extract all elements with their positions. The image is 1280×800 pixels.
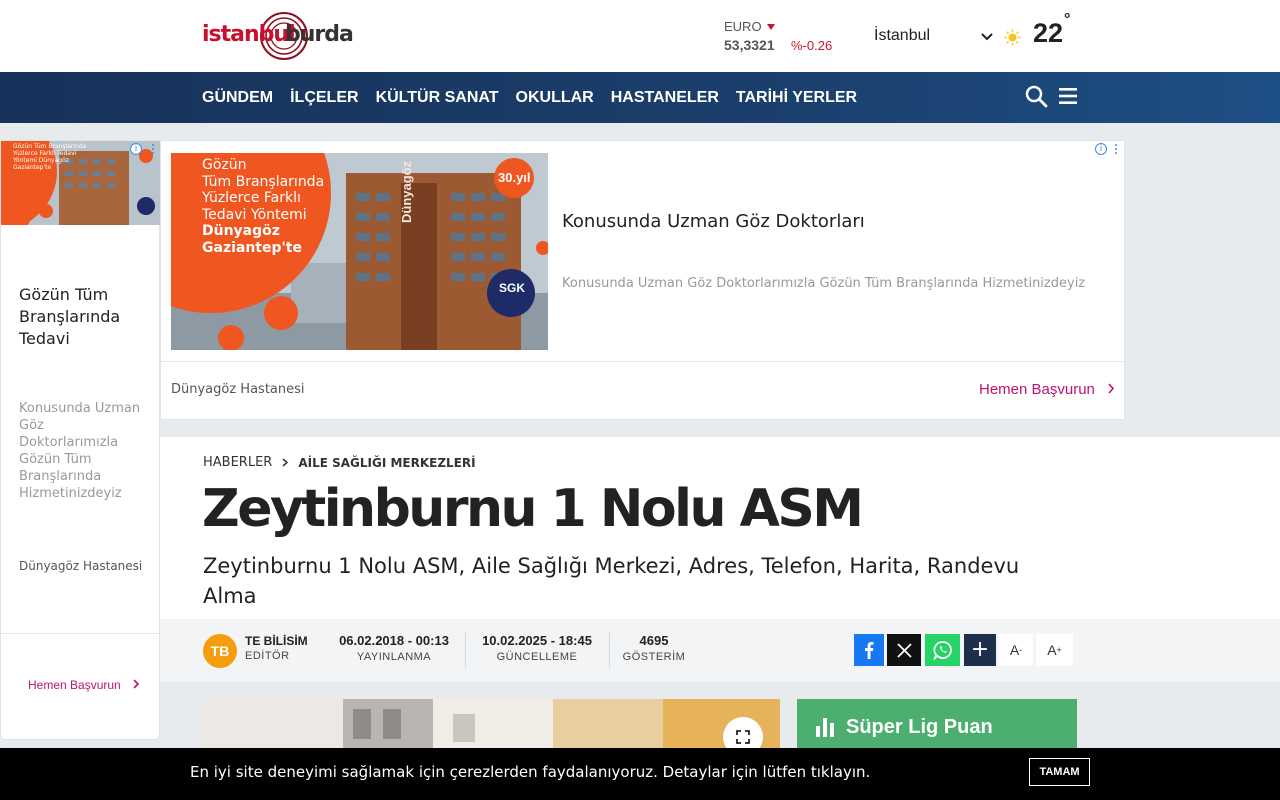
banner-ad-image-line: Gaziantep'te bbox=[202, 239, 302, 256]
updated-date: 10.02.2025 - 18:45 bbox=[482, 633, 592, 648]
divider bbox=[1, 633, 159, 634]
caret-down-icon bbox=[766, 24, 775, 30]
nav-item-hastaneler[interactable]: HASTANELER bbox=[611, 89, 719, 107]
currency-change: %-0.26 bbox=[791, 38, 833, 53]
published-stat: 06.02.2018 - 00:13 YAYINLANMA bbox=[336, 633, 452, 663]
updated-label: GÜNCELLEME bbox=[496, 651, 578, 663]
side-ad-image[interactable]: Gözün Tüm Branşlarında Yüzlerce Farklı T… bbox=[1, 141, 160, 225]
divider bbox=[161, 361, 1124, 362]
banner-ad-title[interactable]: Konusunda Uzman Göz Doktorları bbox=[562, 211, 865, 232]
side-ad-description: Konusunda Uzman Göz Doktorlarımızla Gözü… bbox=[19, 401, 141, 501]
cookie-accept-button[interactable]: TAMAM bbox=[1029, 758, 1090, 786]
logo-text-burda: burda bbox=[285, 22, 354, 47]
breadcrumb: HABERLER AİLE SAĞLIĞI MERKEZLERİ bbox=[203, 455, 476, 470]
published-date: 06.02.2018 - 00:13 bbox=[339, 633, 449, 648]
banner-ad-image[interactable]: Gözün Tüm Branşlarında Yüzlerce Farklı T… bbox=[171, 153, 548, 350]
hamburger-menu-icon[interactable] bbox=[1058, 86, 1078, 106]
side-ad-cta-label: Hemen Başvurun bbox=[28, 678, 121, 692]
article-meta-bar: TB TE BİLİSİM EDİTÖR 06.02.2018 - 00:13 … bbox=[160, 619, 1280, 682]
chevron-right-icon bbox=[282, 458, 289, 467]
breadcrumb-item-category[interactable]: AİLE SAĞLIĞI MERKEZLERİ bbox=[298, 456, 475, 470]
divider bbox=[609, 633, 610, 668]
ad-options-icon[interactable] bbox=[151, 144, 155, 156]
cookie-consent-text[interactable]: En iyi site deneyimi sağlamak için çerez… bbox=[190, 763, 870, 781]
nav-item-kultur-sanat[interactable]: KÜLTÜR SANAT bbox=[376, 89, 499, 107]
banner-ad-image-line: Dünyagöz bbox=[202, 223, 280, 239]
article-header: HABERLER AİLE SAĞLIĞI MERKEZLERİ Zeytinb… bbox=[160, 437, 1280, 619]
breadcrumb-item-haberler[interactable]: HABERLER bbox=[203, 455, 272, 470]
currency-widget[interactable]: EURO 53,3321 %-0.26 bbox=[724, 16, 844, 56]
temperature-value: 22 bbox=[1033, 18, 1064, 48]
banner-ad-cta-button[interactable]: Hemen Başvurun bbox=[979, 381, 1115, 398]
side-ad-title[interactable]: Gözün Tüm Branşlarında Tedavi bbox=[19, 284, 149, 350]
main-navigation: GÜNDEM İLÇELER KÜLTÜR SANAT OKULLAR HAST… bbox=[0, 72, 1280, 123]
author-role: EDİTÖR bbox=[245, 650, 290, 662]
city-selector[interactable]: İstanbul bbox=[874, 27, 930, 45]
whatsapp-icon bbox=[932, 641, 952, 660]
side-ad[interactable]: Gözün Tüm Branşlarında Yüzlerce Farklı T… bbox=[0, 140, 160, 740]
sgk-badge: SGK bbox=[499, 281, 526, 295]
temperature: 22° bbox=[1033, 11, 1070, 49]
x-twitter-icon bbox=[896, 642, 912, 658]
widget-title: Süper Lig Puan bbox=[846, 716, 993, 738]
chevron-right-icon bbox=[133, 679, 140, 689]
chevron-right-icon bbox=[1108, 383, 1115, 394]
share-whatsapp-button[interactable] bbox=[925, 634, 960, 666]
degree-symbol: ° bbox=[1064, 11, 1071, 28]
banner-ad-image-line: Yüzlerce Farklı bbox=[202, 190, 301, 206]
nav-item-tarihi-yerler[interactable]: TARİHİ YERLER bbox=[736, 89, 857, 107]
font-increase-button[interactable]: A + bbox=[1036, 634, 1073, 666]
banner-ad-cta-label: Hemen Başvurun bbox=[979, 381, 1095, 398]
currency-name: EURO bbox=[724, 19, 762, 34]
divider bbox=[465, 633, 466, 668]
cookie-consent-bar: En iyi site deneyimi sağlamak için çerez… bbox=[0, 748, 1280, 800]
views-count: 4695 bbox=[639, 633, 669, 648]
font-decrease-label: A bbox=[1009, 642, 1020, 658]
share-x-button[interactable] bbox=[887, 634, 921, 666]
published-label: YAYINLANMA bbox=[356, 651, 432, 663]
facebook-icon bbox=[865, 642, 874, 659]
side-ad-cta-button[interactable]: Hemen Başvurun bbox=[28, 678, 140, 692]
ad-info-icon[interactable]: i bbox=[1095, 143, 1107, 155]
search-icon[interactable] bbox=[1024, 84, 1048, 108]
banner-ad-image-line: Tedavi Yöntemi bbox=[202, 206, 307, 223]
building-sign: Dünyagöz bbox=[399, 160, 414, 223]
banner-ad-advertiser: Dünyagöz Hastanesi bbox=[171, 382, 305, 397]
banner-ad-image-line: Tüm Branşlarında bbox=[202, 173, 325, 190]
author-name[interactable]: TE BİLİSİM bbox=[245, 634, 308, 648]
site-header: istanbul burda EURO 53,3321 %-0.26 İstan… bbox=[0, 0, 1280, 72]
share-more-button[interactable]: + bbox=[964, 634, 996, 666]
banner-ad-badge: 30.yıl bbox=[498, 170, 531, 185]
share-facebook-button[interactable] bbox=[854, 634, 884, 666]
banner-ad-description: Konusunda Uzman Göz Doktorlarımızla Gözü… bbox=[562, 276, 1086, 291]
side-ad-advertiser: Dünyagöz Hastanesi bbox=[19, 559, 143, 573]
font-increase-label: A bbox=[1047, 642, 1057, 658]
ad-options-icon[interactable] bbox=[1114, 144, 1118, 156]
updated-stat: 10.02.2025 - 18:45 GÜNCELLEME bbox=[478, 633, 596, 663]
plus-sign: + bbox=[1056, 645, 1062, 655]
side-ad-image-text: Gözün Tüm Branşlarında Yüzlerce Farklı T… bbox=[13, 143, 87, 171]
banner-ad-image-line: Gözün bbox=[202, 157, 247, 173]
article-subheadline: Zeytinburnu 1 Nolu ASM, Aile Sağlığı Mer… bbox=[203, 554, 1020, 608]
font-decrease-button[interactable]: A- bbox=[999, 634, 1033, 666]
chevron-down-icon[interactable] bbox=[980, 30, 994, 44]
banner-ad[interactable]: Gözün Tüm Branşlarında Yüzlerce Farklı T… bbox=[160, 140, 1125, 420]
author-avatar[interactable]: TB bbox=[203, 634, 237, 668]
logo-text-istanbul: istanbul bbox=[202, 22, 296, 47]
nav-item-gundem[interactable]: GÜNDEM bbox=[202, 89, 273, 107]
nav-item-ilceler[interactable]: İLÇELER bbox=[290, 89, 358, 107]
ad-info-icon[interactable]: i bbox=[130, 143, 142, 155]
fullscreen-icon bbox=[736, 730, 750, 744]
sun-icon bbox=[1004, 29, 1021, 46]
minus-sign: - bbox=[1019, 645, 1023, 655]
banner-ad-image-text: Gözün Tüm Branşlarında Yüzlerce Farklı T… bbox=[202, 157, 324, 256]
currency-value: 53,3321 bbox=[724, 37, 775, 53]
views-stat: 4695 GÖSTERİM bbox=[620, 633, 688, 663]
bar-chart-icon bbox=[816, 718, 834, 737]
nav-items: GÜNDEM İLÇELER KÜLTÜR SANAT OKULLAR HAST… bbox=[202, 72, 857, 123]
views-label: GÖSTERİM bbox=[622, 651, 686, 663]
article-headline: Zeytinburnu 1 Nolu ASM bbox=[202, 479, 864, 539]
nav-item-okullar[interactable]: OKULLAR bbox=[516, 89, 594, 107]
site-logo[interactable]: istanbul burda bbox=[202, 10, 357, 62]
